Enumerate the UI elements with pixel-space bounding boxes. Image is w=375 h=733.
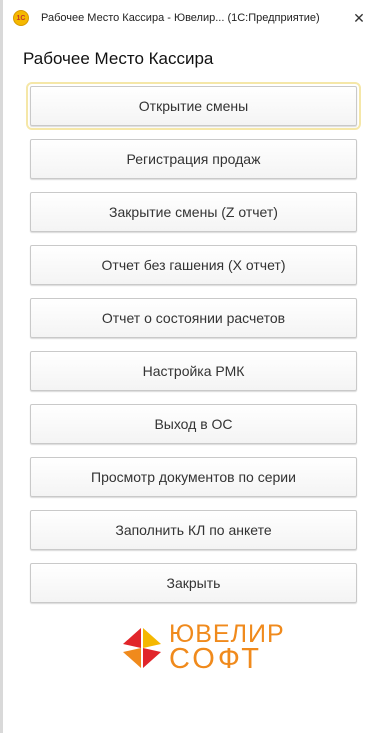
rmk-settings-button[interactable]: Настройка РМК xyxy=(30,351,357,391)
window-title: Рабочее Место Кассира - Ювелир... (1С:Пр… xyxy=(41,12,320,24)
close-shift-z-report-button[interactable]: Закрытие смены (Z отчет) xyxy=(30,192,357,232)
exit-to-os-button[interactable]: Выход в ОС xyxy=(30,404,357,444)
close-button[interactable]: Закрыть xyxy=(30,563,357,603)
1c-app-icon: 1С xyxy=(13,10,29,26)
settlement-status-report-button[interactable]: Отчет о состоянии расчетов xyxy=(30,298,357,338)
title-bar: 1С Рабочее Место Кассира - Ювелир... (1С… xyxy=(3,0,375,36)
view-documents-by-series-button[interactable]: Просмотр документов по серии xyxy=(30,457,357,497)
close-icon[interactable]: ✕ xyxy=(351,10,367,27)
app-window: 1С Рабочее Место Кассира - Ювелир... (1С… xyxy=(0,0,375,733)
open-shift-button[interactable]: Открытие смены xyxy=(26,82,361,130)
register-sales-button[interactable]: Регистрация продаж xyxy=(30,139,357,179)
logo-text-bottom: СОФТ xyxy=(169,643,262,675)
logo-mark-icon xyxy=(123,628,161,668)
juvelir-soft-logo: ЮВЕЛИР СОФТ xyxy=(121,622,285,674)
x-report-button[interactable]: Отчет без гашения (X отчет) xyxy=(30,245,357,285)
page-title: Рабочее Место Кассира xyxy=(23,49,214,68)
fill-loyalty-card-button[interactable]: Заполнить КЛ по анкете xyxy=(30,510,357,550)
